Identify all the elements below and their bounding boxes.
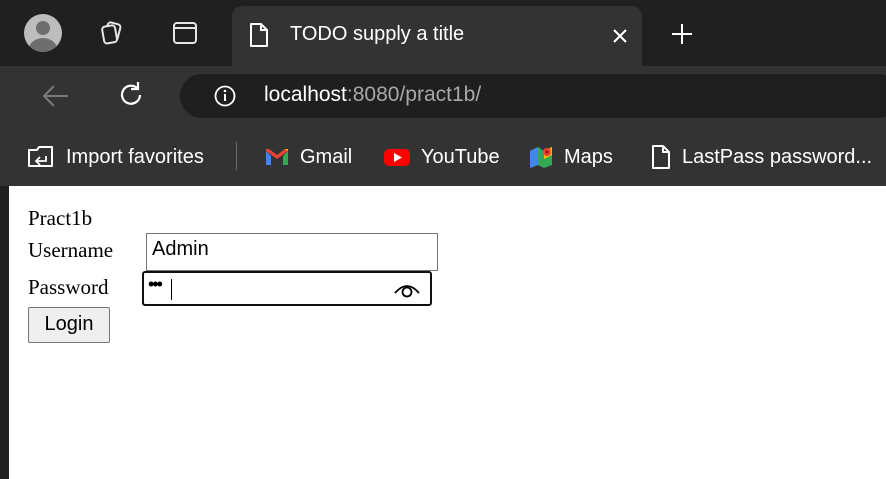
back-arrow-icon[interactable] — [40, 82, 70, 110]
bookmark-separator — [236, 142, 237, 170]
active-tab[interactable]: TODO supply a title — [232, 6, 642, 66]
password-input[interactable]: ••• — [142, 271, 432, 306]
page-content: Pract1b Username Admin Password ••• Logi… — [9, 186, 886, 479]
bookmark-label: Maps — [564, 145, 613, 168]
tab-title: TODO supply a title — [290, 23, 465, 45]
document-icon — [652, 145, 670, 169]
bookmark-youtube[interactable]: YouTube — [383, 144, 500, 170]
tab-strip: TODO supply a title — [0, 0, 886, 66]
bookmarks-bar: Import favorites Gmail YouTube Maps Last… — [0, 126, 886, 186]
close-icon[interactable] — [610, 26, 630, 46]
profile-avatar[interactable] — [24, 14, 62, 52]
gmail-icon — [266, 149, 288, 165]
url-path: :8080/pract1b/ — [346, 83, 482, 106]
username-value: Admin — [152, 238, 209, 260]
workspaces-icon[interactable] — [98, 20, 124, 46]
import-icon — [28, 146, 53, 167]
bookmark-label: Gmail — [300, 145, 353, 168]
password-label: Password — [28, 275, 109, 299]
new-tab-icon[interactable] — [670, 22, 694, 46]
bookmark-label: Import favorites — [66, 145, 204, 168]
maps-icon — [530, 147, 552, 168]
text-caret — [171, 279, 172, 300]
youtube-icon — [384, 149, 410, 166]
bookmark-label: YouTube — [421, 145, 500, 168]
tab-actions-icon[interactable] — [172, 20, 198, 46]
page-heading: Pract1b — [28, 206, 93, 230]
bookmark-gmail[interactable]: Gmail — [264, 144, 352, 170]
bookmark-import-favorites[interactable]: Import favorites — [26, 144, 204, 170]
url-host: localhost — [264, 83, 347, 106]
bookmark-label: LastPass password... — [682, 145, 873, 168]
username-input[interactable]: Admin — [146, 233, 438, 271]
address-bar[interactable]: localhost:8080/pract1b/ — [180, 74, 886, 118]
password-value: ••• — [148, 274, 163, 294]
info-icon[interactable] — [214, 85, 236, 107]
eye-icon[interactable] — [392, 278, 422, 300]
bookmark-lastpass[interactable]: LastPass password... — [650, 144, 872, 170]
login-button[interactable]: Login — [28, 307, 110, 343]
url-text[interactable]: localhost:8080/pract1b/ — [264, 83, 481, 107]
reload-icon[interactable] — [116, 80, 146, 110]
bookmark-maps[interactable]: Maps — [528, 144, 613, 170]
document-icon — [250, 23, 268, 47]
navigation-toolbar: localhost:8080/pract1b/ — [0, 66, 886, 126]
username-label: Username — [28, 238, 114, 262]
